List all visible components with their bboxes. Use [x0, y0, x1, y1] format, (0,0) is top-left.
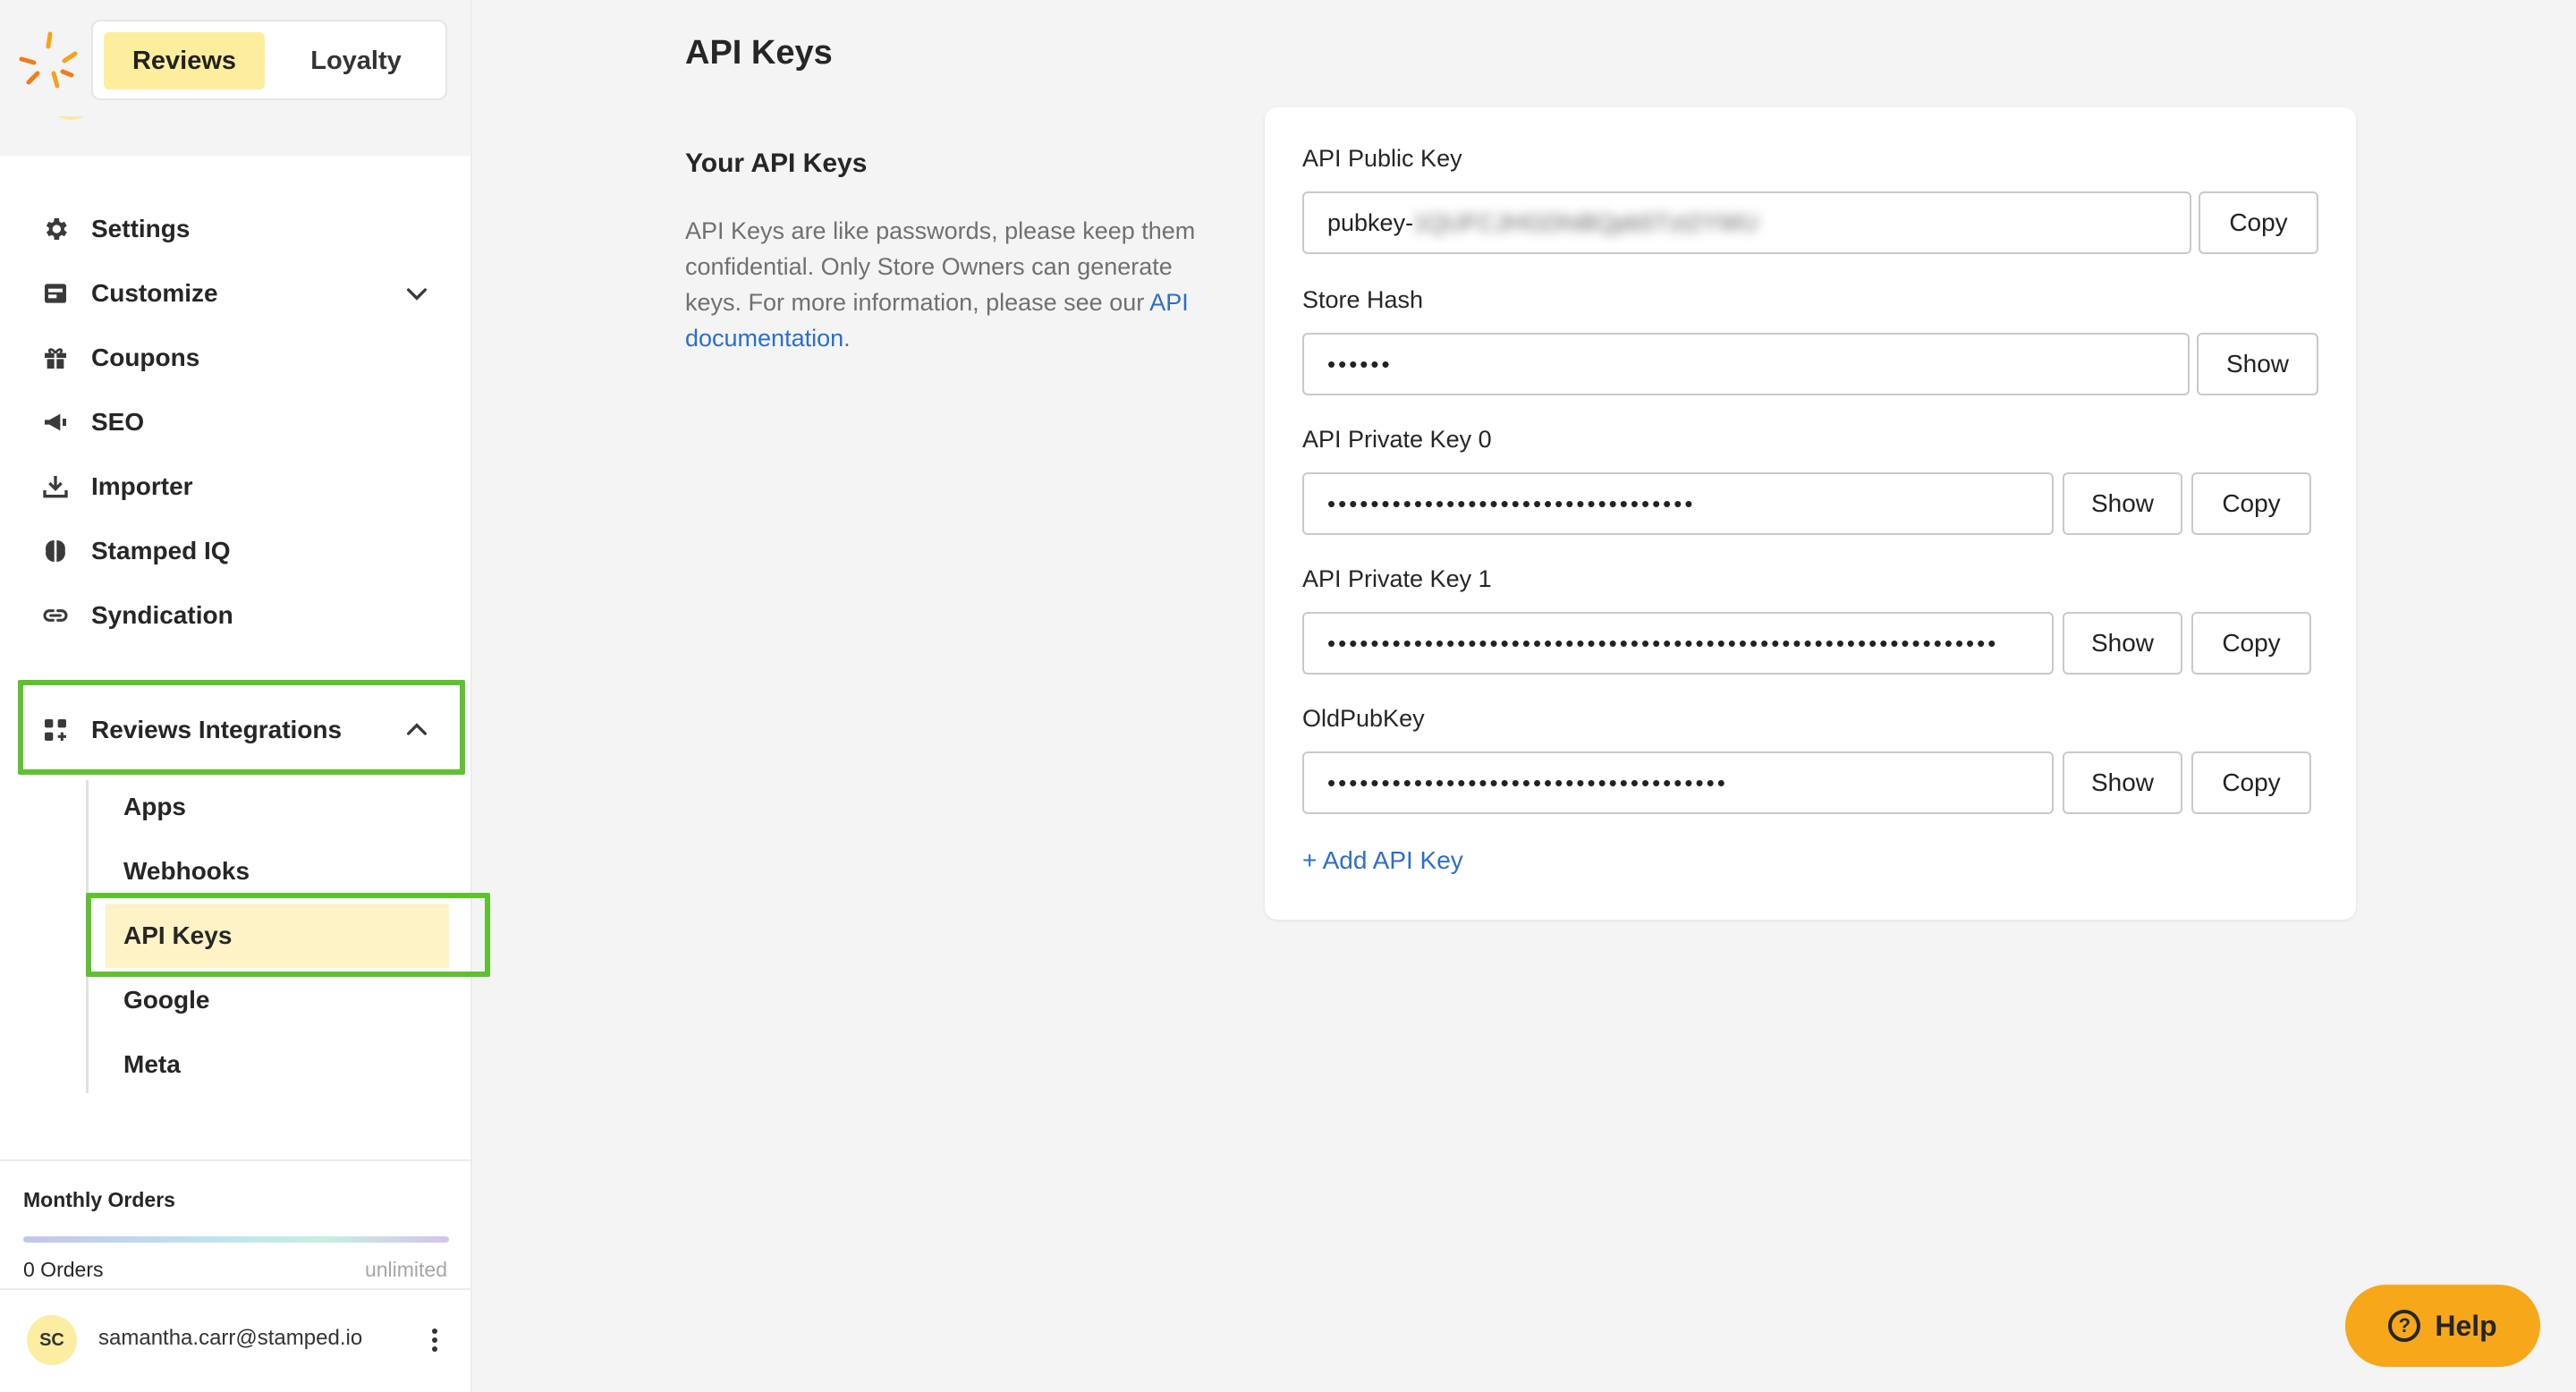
public-key-copy-button[interactable]: Copy: [2199, 191, 2318, 254]
sidebar-item-label: Stamped IQ: [91, 537, 231, 564]
sidebar-item-coupons[interactable]: Coupons: [39, 336, 199, 379]
private-key-0-copy-button[interactable]: Copy: [2191, 472, 2311, 535]
page-title: API Keys: [685, 34, 833, 72]
sidebar-item-label: Reviews Integrations: [91, 716, 343, 743]
chevron-down-icon[interactable]: [402, 279, 431, 308]
sidebar-item-reviews-integrations[interactable]: Reviews Integrations: [39, 709, 433, 751]
sidebar-item-label: Settings: [91, 215, 191, 242]
store-hash-label: Store Hash: [1302, 286, 1424, 313]
tab-loyalty[interactable]: Loyalty: [272, 32, 440, 89]
question-icon: ?: [2388, 1310, 2421, 1342]
submenu-item-api-keys[interactable]: API Keys: [123, 914, 232, 957]
tab-reviews[interactable]: Reviews: [104, 32, 265, 89]
section-description: API Keys are like passwords, please keep…: [685, 213, 1204, 356]
submenu-item-apps[interactable]: Apps: [123, 785, 186, 828]
sidebar-item-importer[interactable]: Importer: [39, 465, 193, 508]
submenu-item-google[interactable]: Google: [123, 979, 209, 1022]
sidebar-item-label: Customize: [91, 279, 218, 307]
public-key-blurred: 1QUFCJHGDhiBQpb5Tzt2YWU: [1413, 209, 1758, 236]
brain-icon: [39, 535, 72, 567]
apps-grid-icon: [39, 714, 72, 746]
submenu-item-webhooks[interactable]: Webhooks: [123, 850, 250, 893]
store-hash-show-button[interactable]: Show: [2197, 333, 2318, 395]
public-key-prefix: pubkey-: [1327, 209, 1414, 236]
private-key-0-show-button[interactable]: Show: [2063, 472, 2182, 535]
monthly-orders-progress: [23, 1236, 449, 1243]
stamped-logo-icon: [19, 31, 84, 120]
private-key-1-field[interactable]: ••••••••••••••••••••••••••••••••••••••••…: [1302, 612, 2054, 675]
product-switcher: Reviews Loyalty: [91, 20, 447, 100]
chevron-up-icon[interactable]: [402, 716, 431, 744]
add-api-key-link[interactable]: + Add API Key: [1302, 846, 1463, 875]
help-label: Help: [2435, 1309, 2497, 1342]
orders-limit: unlimited: [364, 1258, 447, 1281]
divider: [0, 1288, 470, 1290]
avatar[interactable]: SC: [27, 1315, 77, 1365]
megaphone-icon: [39, 406, 72, 438]
customize-icon: [39, 277, 72, 310]
private-key-1-copy-button[interactable]: Copy: [2191, 612, 2311, 675]
section-title: Your API Keys: [685, 149, 868, 178]
gear-icon: [39, 213, 72, 245]
private-key-0-field[interactable]: ••••••••••••••••••••••••••••••••••: [1302, 472, 2054, 535]
help-button[interactable]: ? Help: [2345, 1285, 2540, 1367]
sidebar: Reviews Loyalty Settings Customize Coupo…: [0, 0, 490, 1392]
orders-count: 0 Orders: [23, 1258, 104, 1281]
sidebar-item-customize[interactable]: Customize: [39, 272, 433, 315]
sidebar-item-stamped-iq[interactable]: Stamped IQ: [39, 530, 231, 573]
description-end: .: [843, 325, 851, 352]
monthly-orders-title: Monthly Orders: [23, 1188, 175, 1211]
sidebar-item-label: Importer: [91, 472, 193, 500]
submenu-item-meta[interactable]: Meta: [123, 1043, 181, 1086]
private-key-1-show-button[interactable]: Show: [2063, 612, 2182, 675]
gift-icon: [39, 342, 72, 374]
private-key-0-label: API Private Key 0: [1302, 426, 1492, 453]
store-hash-field[interactable]: ••••••: [1302, 333, 2190, 395]
sidebar-item-seo[interactable]: SEO: [39, 401, 144, 444]
sidebar-item-label: Syndication: [91, 601, 233, 629]
public-key-field[interactable]: pubkey-1QUFCJHGDhiBQpb5Tzt2YWU: [1302, 191, 2191, 254]
api-keys-card: API Public Key pubkey-1QUFCJHGDhiBQpb5Tz…: [1265, 107, 2356, 920]
old-pub-key-copy-button[interactable]: Copy: [2191, 751, 2311, 814]
old-pub-key-show-button[interactable]: Show: [2063, 751, 2182, 814]
description-text: API Keys are like passwords, please keep…: [685, 217, 1196, 316]
public-key-label: API Public Key: [1302, 145, 1462, 172]
user-email: samantha.carr@stamped.io: [98, 1326, 363, 1350]
old-pub-key-field[interactable]: •••••••••••••••••••••••••••••••••••••: [1302, 751, 2054, 814]
sidebar-item-label: SEO: [91, 408, 145, 436]
divider: [0, 1159, 470, 1161]
sidebar-header: Reviews Loyalty: [0, 0, 470, 156]
more-options-icon[interactable]: [424, 1324, 445, 1356]
sidebar-item-settings[interactable]: Settings: [39, 208, 190, 250]
sidebar-item-syndication[interactable]: Syndication: [39, 594, 233, 637]
sidebar-item-label: Coupons: [91, 344, 200, 371]
download-icon: [39, 471, 72, 503]
private-key-1-label: API Private Key 1: [1302, 565, 1492, 592]
old-pub-key-label: OldPubKey: [1302, 705, 1425, 732]
link-icon: [39, 599, 72, 632]
